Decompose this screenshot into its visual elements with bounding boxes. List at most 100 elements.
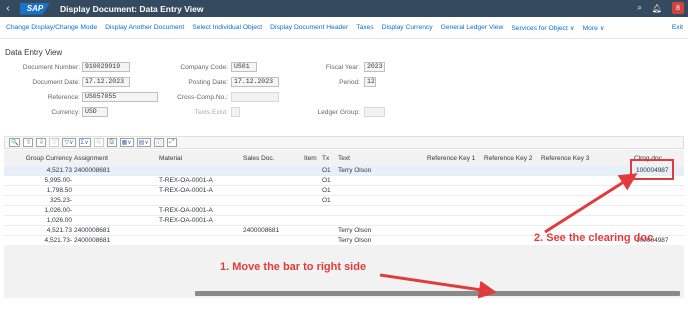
cell-item	[304, 216, 318, 226]
fiscal-year-field[interactable]: 2023	[364, 62, 385, 72]
table-row[interactable]: 325.23- O1	[4, 196, 684, 206]
cell-tx: O1	[322, 167, 331, 174]
avatar[interactable]: 8	[672, 2, 684, 14]
period-field[interactable]: 12	[364, 77, 376, 87]
exit-button[interactable]: Exit	[672, 24, 683, 31]
table-row[interactable]: 1,798.50 T-REX-OA-0001-A O1	[4, 186, 684, 196]
grid-header: Group Currency Assignment Material Sales…	[4, 154, 684, 164]
select-individual-object-button[interactable]: Select Individual Object	[192, 24, 262, 31]
company-code-label: Company Code:	[180, 64, 228, 71]
table-row[interactable]: 4,521.73 2400008681 O1 Terry Olson 100004987	[4, 166, 684, 176]
display-another-document-button[interactable]: Display Another Document	[105, 24, 184, 31]
cell-tx	[322, 226, 334, 236]
services-for-object-menu[interactable]: Services for Object ∨	[511, 24, 574, 32]
notification-bell-icon[interactable]: 🔔︎	[652, 4, 662, 13]
document-date-field[interactable]: 17.12.2023	[82, 77, 130, 87]
cell-clrng-doc	[636, 216, 681, 226]
sap-logo[interactable]: SAP	[20, 2, 50, 15]
cell-text	[338, 176, 418, 186]
cell-clrng-doc	[636, 206, 681, 216]
cell-tx: O1	[322, 197, 331, 204]
cell-amount: 5,995.00-	[44, 177, 72, 184]
cell-assignment	[74, 216, 154, 226]
ledger-group-label: Ledger Group:	[317, 109, 360, 116]
search-icon[interactable]: ⌕	[637, 3, 641, 13]
col-item[interactable]: Item	[304, 154, 318, 164]
app-title: Display Document: Data Entry View	[60, 3, 204, 14]
line-items-grid: Group Currency Assignment Material Sales…	[4, 150, 684, 298]
company-code-field[interactable]: US01	[231, 62, 257, 72]
table-row[interactable]: 1,026.00 T-REX-OA-0001-A	[4, 216, 684, 226]
cell-amount: 325.23-	[49, 197, 72, 204]
cell-text	[338, 196, 418, 206]
grid-toolbar: 🔍 ⇧ ⇩ ▽ ▽∨ Σ∨ ½ ⎙ ▦∨ ▤∨ ⓘ ⤢	[4, 136, 684, 149]
display-currency-button[interactable]: Display Currency	[382, 24, 433, 31]
cell-amount: 1,026.00-	[44, 207, 72, 214]
col-sales-doc[interactable]: Sales Doc.	[243, 154, 303, 164]
cell-amount: 1,026.00	[46, 217, 72, 224]
display-document-header-button[interactable]: Display Document Header	[270, 24, 348, 31]
col-reference-key-3[interactable]: Reference Key 3	[541, 154, 596, 164]
table-row[interactable]: 5,995.00- T-REX-OA-0001-A O1	[4, 176, 684, 186]
annotation-step-1: 1. Move the bar to right side	[220, 261, 367, 273]
posting-date-label: Posting Date:	[188, 79, 228, 86]
col-group-currency[interactable]: Group Currency	[8, 154, 72, 164]
print-icon[interactable]: ⎙	[106, 138, 117, 147]
subtotal-icon[interactable]: ½	[93, 138, 104, 147]
cell-item	[304, 226, 318, 236]
cell-tx: O1	[322, 187, 331, 194]
cell-assignment: 2400008681	[74, 167, 111, 174]
cell-assignment	[74, 196, 154, 206]
sort-descending-icon[interactable]: ⇩	[36, 138, 47, 147]
cell-item	[304, 196, 318, 206]
texts-exist-label: Texts Exist:	[194, 109, 228, 116]
back-icon[interactable]: ‹	[0, 3, 16, 14]
document-header-form: Document Number: 910029919 Company Code:…	[0, 60, 400, 122]
col-reference-key-2[interactable]: Reference Key 2	[484, 154, 539, 164]
change-display-button[interactable]: Change Display/Change Mode	[6, 24, 97, 31]
sum-icon[interactable]: Σ∨	[78, 138, 91, 147]
document-number-field[interactable]: 910029919	[82, 62, 130, 72]
col-text[interactable]: Text	[338, 154, 398, 164]
cell-assignment	[74, 186, 154, 196]
horizontal-scrollbar[interactable]	[195, 291, 680, 296]
cell-material: T-REX-OA-0001-A	[159, 217, 213, 224]
col-tx[interactable]: Tx	[322, 154, 334, 164]
cell-text	[338, 216, 418, 226]
more-menu[interactable]: More ∨	[583, 24, 605, 32]
cell-assignment: 2400008681	[74, 227, 111, 234]
document-date-label: Document Date:	[32, 79, 80, 86]
cell-sales-doc: 2400008681	[243, 227, 280, 234]
find-icon[interactable]: ▽	[49, 138, 60, 147]
cross-comp-field[interactable]	[231, 92, 279, 102]
document-number-label: Document Number:	[22, 64, 80, 71]
period-label: Period:	[339, 79, 360, 86]
layout-icon[interactable]: ▤∨	[136, 138, 151, 147]
cell-material	[159, 226, 239, 236]
fullscreen-icon[interactable]: ⤢	[166, 138, 177, 147]
currency-field[interactable]: USD	[82, 107, 108, 117]
cell-material: T-REX-OA-0001-A	[159, 187, 213, 194]
cell-text	[338, 186, 418, 196]
cell-text: Terry Olson	[338, 167, 372, 174]
details-icon[interactable]: 🔍	[9, 138, 21, 147]
col-reference-key-1[interactable]: Reference Key 1	[427, 154, 482, 164]
reference-field[interactable]: US057055	[82, 92, 158, 102]
col-material[interactable]: Material	[159, 154, 239, 164]
filter-icon[interactable]: ▽∨	[62, 138, 76, 147]
taxes-button[interactable]: Taxes	[356, 24, 373, 31]
cell-item	[304, 166, 318, 176]
ledger-group-field[interactable]	[364, 107, 385, 117]
col-assignment[interactable]: Assignment	[74, 154, 154, 164]
posting-date-field[interactable]: 17.12.2023	[231, 77, 279, 87]
table-row[interactable]: 1,026.00- T-REX-OA-0001-A	[4, 206, 684, 216]
reference-label: Reference:	[47, 94, 80, 101]
sort-ascending-icon[interactable]: ⇧	[23, 138, 34, 147]
annotation-step-2: 2. See the clearing doc	[534, 232, 654, 244]
general-ledger-view-button[interactable]: General Ledger View	[441, 24, 504, 31]
cell-sales-doc	[243, 216, 303, 226]
info-icon[interactable]: ⓘ	[153, 138, 164, 147]
export-icon[interactable]: ▦∨	[119, 138, 134, 147]
texts-exist-checkbox[interactable]	[231, 107, 240, 117]
cell-amount: 1,798.50	[46, 187, 72, 194]
